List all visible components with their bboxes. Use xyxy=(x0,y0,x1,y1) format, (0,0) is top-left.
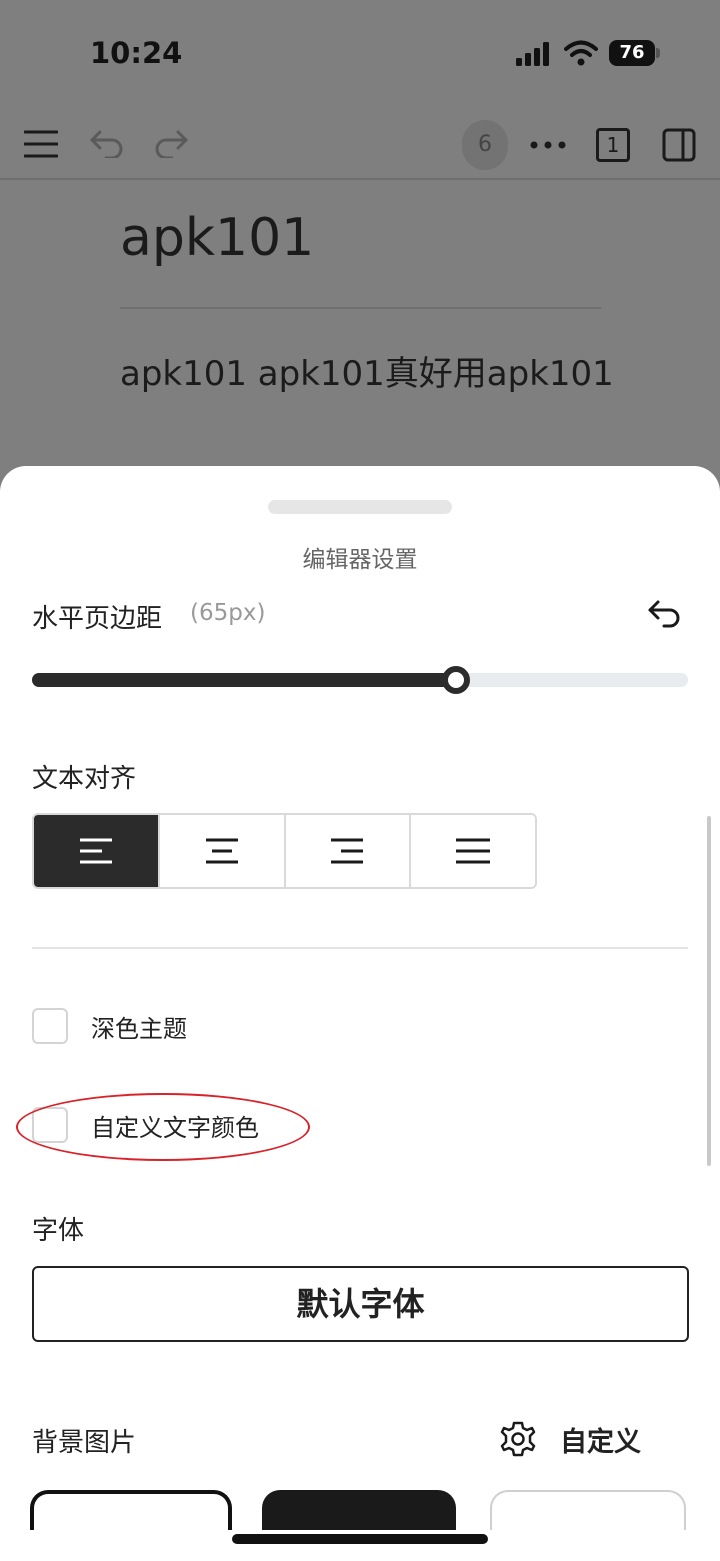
menu-icon[interactable] xyxy=(24,130,58,158)
text-align-label: 文本对齐 xyxy=(32,764,137,794)
home-indicator xyxy=(232,1534,488,1544)
title-divider xyxy=(120,307,601,309)
dark-theme-label: 深色主题 xyxy=(91,1015,187,1043)
dark-theme-checkbox[interactable] xyxy=(32,1008,68,1044)
custom-text-color-checkbox[interactable] xyxy=(32,1107,68,1143)
gear-icon[interactable] xyxy=(499,1420,537,1458)
more-icon[interactable] xyxy=(530,140,566,150)
background-thumbnail-dark[interactable] xyxy=(262,1490,456,1530)
sheet-scrollbar[interactable] xyxy=(707,816,711,1166)
status-bar: 10:24 76 xyxy=(0,0,720,100)
align-right-button[interactable] xyxy=(283,815,410,887)
background-image-label: 背景图片 xyxy=(32,1428,137,1458)
align-left-icon xyxy=(79,838,112,864)
font-label: 字体 xyxy=(32,1216,85,1246)
sheet-title: 编辑器设置 xyxy=(302,547,418,573)
margin-slider-track[interactable] xyxy=(32,673,688,687)
reset-margin-icon[interactable] xyxy=(644,594,684,634)
align-left-button[interactable] xyxy=(34,815,158,887)
margin-slider-fill xyxy=(32,673,456,687)
sheet-drag-handle[interactable] xyxy=(268,500,452,514)
section-divider xyxy=(32,947,688,949)
redo-icon[interactable] xyxy=(154,130,188,158)
align-right-icon xyxy=(331,838,364,864)
custom-background-button[interactable]: 自定义 xyxy=(560,1420,641,1459)
editor-toolbar: 6 1 xyxy=(0,100,720,180)
cellular-signal-icon xyxy=(516,42,549,66)
sidebar-toggle-icon[interactable] xyxy=(662,128,696,162)
align-justify-button[interactable] xyxy=(409,815,535,887)
editor-settings-sheet: 编辑器设置 水平页边距 (65px) 文本对齐 深色主题 自定义文字颜色 字体 … xyxy=(0,466,720,1561)
battery-level: 76 xyxy=(619,42,645,63)
document-title[interactable]: apk101 xyxy=(120,208,314,268)
wifi-icon xyxy=(564,40,598,66)
background-thumbnail-light[interactable] xyxy=(490,1490,686,1530)
margin-slider-thumb[interactable] xyxy=(441,666,470,694)
background-thumbnail-white-selected[interactable] xyxy=(30,1490,232,1530)
font-select-button[interactable]: 默认字体 xyxy=(32,1266,689,1342)
align-center-icon xyxy=(205,838,238,864)
align-justify-icon xyxy=(456,838,491,864)
text-align-segmented-control xyxy=(32,813,537,889)
custom-text-color-label: 自定义文字颜色 xyxy=(91,1114,259,1142)
battery-indicator: 76 xyxy=(609,40,660,66)
status-time: 10:24 xyxy=(90,36,183,70)
document-body[interactable]: apk101 apk101真好用apk101 xyxy=(120,346,614,395)
page-indicator-button[interactable]: 1 xyxy=(596,128,630,162)
align-center-button[interactable] xyxy=(157,815,284,887)
undo-icon[interactable] xyxy=(90,130,124,158)
count-badge[interactable]: 6 xyxy=(462,120,508,170)
margin-label: 水平页边距 xyxy=(32,604,163,634)
margin-value: (65px) xyxy=(190,600,266,626)
